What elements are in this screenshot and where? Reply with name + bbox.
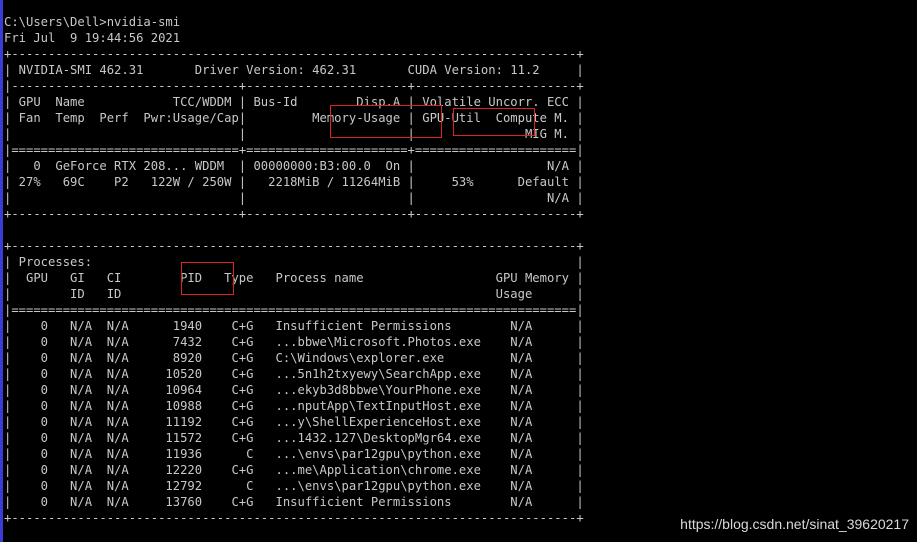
console-line: +-------------------------------+-------… [4, 207, 584, 221]
window-left-edge [0, 0, 3, 542]
console-line: | 0 N/A N/A 10520 C+G ...5n1h2txyewy\Sea… [4, 367, 584, 381]
console-line: | Processes: | [4, 255, 584, 269]
console-line: C:\Users\Dell>nvidia-smi [4, 15, 181, 29]
gpu-util-highlight-box [453, 108, 535, 136]
console-line: | 0 N/A N/A 8920 C+G C:\Windows\explorer… [4, 351, 584, 365]
console-line: | 0 N/A N/A 10988 C+G ...nputApp\TextInp… [4, 399, 584, 413]
pid-highlight-box [181, 262, 234, 295]
console-line: | 0 N/A N/A 10964 C+G ...ekyb3d8bbwe\You… [4, 383, 584, 397]
terminal-window[interactable]: C:\Users\Dell>nvidia-smi Fri Jul 9 19:44… [0, 0, 917, 542]
console-output: C:\Users\Dell>nvidia-smi Fri Jul 9 19:44… [4, 14, 584, 526]
console-line: |=======================================… [4, 303, 584, 317]
console-line: | 0 N/A N/A 12792 C ...\envs\par12gpu\py… [4, 479, 584, 493]
console-line: +---------------------------------------… [4, 47, 584, 61]
console-line: | 27% 69C P2 122W / 250W | 2218MiB / 112… [4, 175, 584, 189]
console-line: | GPU Name TCC/WDDM | Bus-Id Disp.A | Vo… [4, 95, 584, 109]
console-line: | 0 N/A N/A 1940 C+G Insufficient Permis… [4, 319, 584, 333]
console-line: | GPU GI CI PID Type Process name GPU Me… [4, 271, 584, 285]
console-line: |-------------------------------+-------… [4, 79, 584, 93]
console-line: | 0 N/A N/A 7432 C+G ...bbwe\Microsoft.P… [4, 335, 584, 349]
console-line: | 0 N/A N/A 11192 C+G ...y\ShellExperien… [4, 415, 584, 429]
console-line: | 0 N/A N/A 12220 C+G ...me\Application\… [4, 463, 584, 477]
console-line: | 0 N/A N/A 11936 C ...\envs\par12gpu\py… [4, 447, 584, 461]
console-line: |===============================+=======… [4, 143, 584, 157]
console-line: | | | N/A | [4, 191, 584, 205]
console-line: +---------------------------------------… [4, 239, 584, 253]
console-line: Fri Jul 9 19:44:56 2021 [4, 31, 181, 45]
console-line: | NVIDIA-SMI 462.31 Driver Version: 462.… [4, 63, 584, 77]
console-line: | 0 N/A N/A 11572 C+G ...1432.127\Deskto… [4, 431, 584, 445]
memory-usage-highlight-box [330, 105, 442, 138]
console-line: | ID ID Usage | [4, 287, 584, 301]
console-line: | 0 N/A N/A 13760 C+G Insufficient Permi… [4, 495, 584, 509]
console-line: | 0 GeForce RTX 208... WDDM | 00000000:B… [4, 159, 584, 173]
console-line: +---------------------------------------… [4, 511, 584, 525]
watermark-url: https://blog.csdn.net/sinat_39620217 [680, 516, 909, 532]
